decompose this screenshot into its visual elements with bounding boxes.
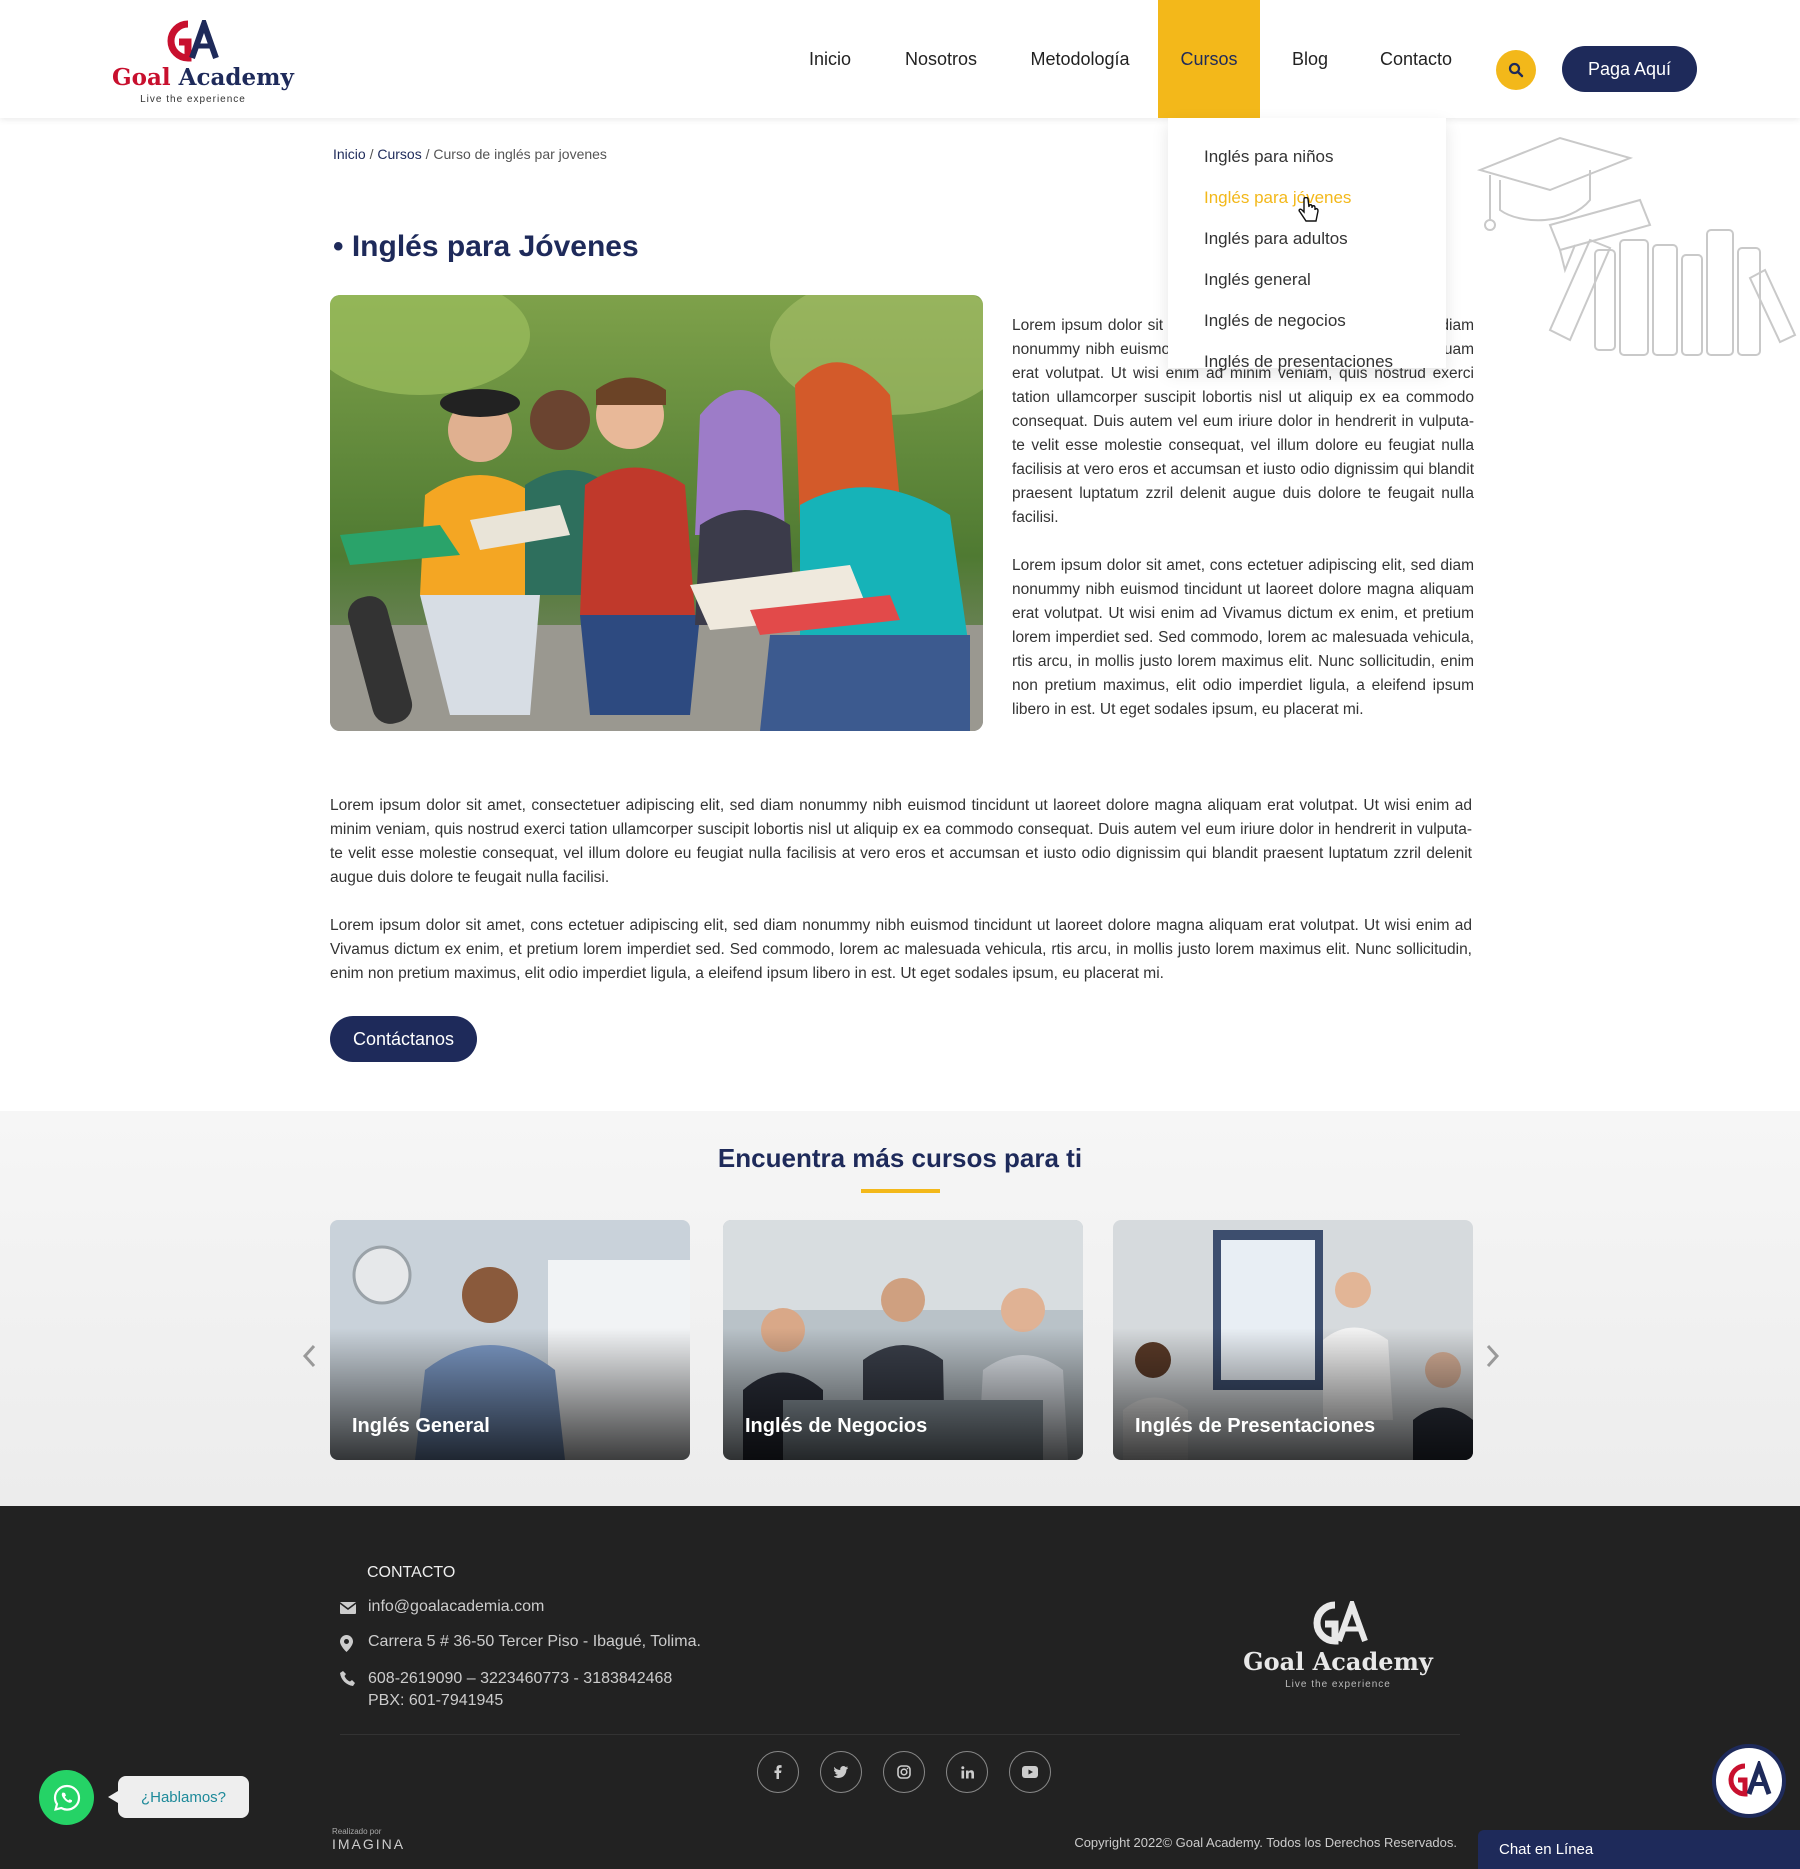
instagram-link[interactable] [883,1751,925,1793]
site-logo[interactable]: Goal Academy Live the experience [112,20,294,106]
breadcrumb-inicio[interactable]: Inicio [333,146,366,162]
carousel-prev-button[interactable] [298,1341,320,1371]
footer-pbx: PBX: 601-7941945 [368,1692,504,1709]
nav-metodologia[interactable]: Metodología [1015,0,1145,118]
search-icon [1508,62,1524,78]
site-header: Goal Academy Live the experience Inicio … [0,0,1800,118]
cursos-dropdown-menu: Inglés para niños Inglés para jóvenes In… [1168,118,1446,371]
nav-nosotros[interactable]: Nosotros [885,0,997,118]
instagram-icon [897,1765,911,1779]
chevron-right-icon [1486,1344,1500,1368]
course-card-general[interactable]: Inglés General [330,1220,690,1460]
graduation-books-illustration [1476,136,1797,356]
breadcrumb-current: Curso de inglés par jovenes [433,146,607,162]
facebook-icon [774,1765,782,1779]
more-courses-section: Encuentra más cursos para ti Inglés Gene… [0,1111,1800,1506]
logo-tagline: Live the experience [140,94,246,105]
whatsapp-chat-bubble[interactable]: ¿Hablamos? [108,1776,249,1818]
footer-logo[interactable]: Goal Academy Live the experience [1243,1601,1433,1701]
imagina-credit[interactable]: Realizado por IMAGINA [332,1827,432,1857]
twitter-link[interactable] [820,1751,862,1793]
nav-blog[interactable]: Blog [1270,0,1350,118]
whatsapp-icon [53,1784,80,1811]
breadcrumb-separator: / [425,146,430,162]
course-card-negocios[interactable]: Inglés de Negocios [723,1220,1083,1460]
live-chat-bar[interactable]: Chat en Línea [1478,1830,1800,1869]
body-paragraph: Lorem ipsum dolor sit amet, cons ectetue… [330,917,1472,982]
chevron-left-icon [302,1344,316,1368]
phone-icon [340,1668,368,1688]
ga-chat-logo-icon [1728,1761,1772,1797]
hand-cursor-icon [1298,197,1319,222]
more-courses-title: Encuentra más cursos para ti [717,1143,1083,1173]
breadcrumb-separator: / [369,146,374,162]
contact-us-button[interactable]: Contáctanos [330,1016,477,1062]
twitter-icon [834,1766,848,1778]
location-pin-icon [340,1633,368,1653]
title-underline [861,1189,940,1193]
pay-here-button[interactable]: Paga Aquí [1562,46,1697,92]
ga-logo-mark [167,20,219,62]
linkedin-link[interactable] [946,1751,988,1793]
body-paragraph: Lorem ipsum dolor sit amet, consectetuer… [330,797,1472,886]
search-button[interactable] [1496,50,1536,90]
dropdown-item-general[interactable]: Inglés general [1168,259,1446,300]
footer-email-link[interactable]: info@goalacademia.com [368,1598,544,1616]
footer-address-row: Carrera 5 # 36-50 Tercer Piso - Ibagué, … [340,1633,701,1653]
footer-contact-heading: CONTACTO [367,1564,456,1581]
course-card-presentaciones[interactable]: Inglés de Presentaciones [1113,1220,1473,1460]
copyright-text: Copyright 2022© Goal Academy. Todos los … [1074,1835,1457,1850]
youtube-icon [1022,1766,1038,1778]
linkedin-icon [960,1765,974,1778]
footer-phones: 608-2619090 – 3223460773 - 3183842468 [368,1670,673,1687]
footer-address: Carrera 5 # 36-50 Tercer Piso - Ibagué, … [368,1633,701,1650]
dropdown-item-negocios[interactable]: Inglés de negocios [1168,300,1446,341]
youtube-link[interactable] [1009,1751,1051,1793]
page-title: • Inglés para Jóvenes [333,230,639,263]
course-card-label: Inglés General [352,1415,490,1437]
full-description: Lorem ipsum dolor sit amet, consectetuer… [330,794,1472,1010]
course-card-label: Inglés de Negocios [745,1415,928,1437]
whatsapp-button[interactable] [39,1770,94,1825]
nav-cursos[interactable]: Cursos [1158,0,1260,118]
site-footer: CONTACTO info@goalacademia.com Carrera 5… [0,1506,1800,1869]
footer-logo-name: Goal Academy [1243,1647,1433,1676]
credit-brand: IMAGINA [332,1836,406,1852]
live-chat-badge[interactable] [1712,1744,1786,1818]
dropdown-item-ninos[interactable]: Inglés para niños [1168,136,1446,177]
credit-small-text: Realizado por [332,1827,382,1836]
nav-contacto[interactable]: Contacto [1370,0,1462,118]
breadcrumb-cursos[interactable]: Cursos [377,146,421,162]
carousel-next-button[interactable] [1482,1341,1504,1371]
footer-logo-tagline: Live the experience [1285,1679,1391,1690]
side-paragraph: Lorem ipsum dolor sit amet, cons ectetue… [1012,557,1474,718]
dropdown-item-presentaciones[interactable]: Inglés de presentaciones [1168,341,1446,382]
students-studying-photo [330,295,983,731]
footer-divider [340,1734,1460,1735]
nav-inicio[interactable]: Inicio [785,0,875,118]
mail-icon [340,1598,368,1618]
facebook-link[interactable] [757,1751,799,1793]
course-card-label: Inglés de Presentaciones [1135,1415,1376,1437]
footer-phone-block: 608-2619090 – 3223460773 - 3183842468 PB… [368,1668,672,1712]
footer-email-row: info@goalacademia.com [340,1598,544,1618]
logo-name: Goal Academy [112,64,294,91]
footer-phone-row: 608-2619090 – 3223460773 - 3183842468 PB… [340,1668,672,1712]
breadcrumb: Inicio / Cursos / Curso de inglés par jo… [333,146,607,162]
ga-logo-mark [1313,1601,1368,1645]
